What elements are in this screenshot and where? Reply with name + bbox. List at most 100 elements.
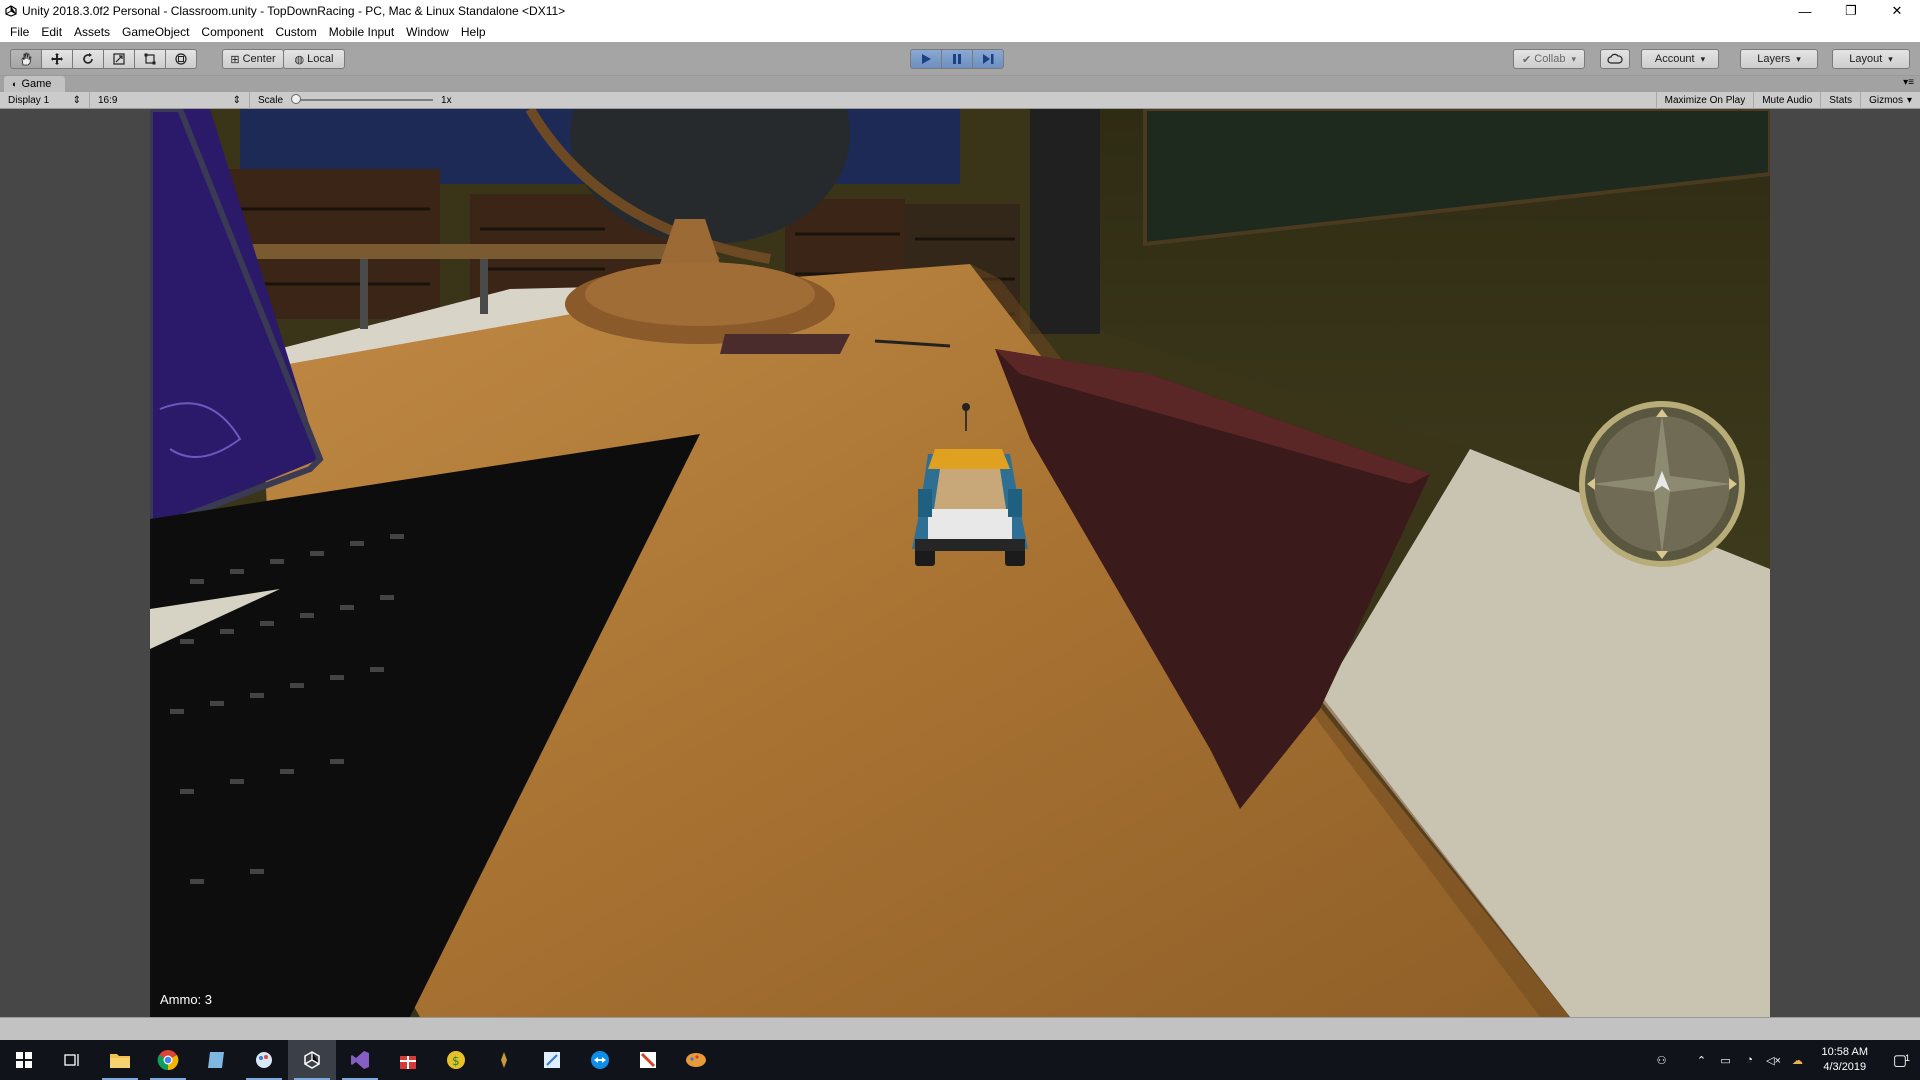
transform-icon	[175, 53, 187, 65]
aspect-dropdown[interactable]: 16:9 ⇕	[90, 91, 250, 109]
collab-dropdown[interactable]: ✔ Collab	[1513, 49, 1585, 69]
book	[720, 334, 850, 354]
account-dropdown[interactable]: Account	[1641, 49, 1719, 69]
action-center-button[interactable]: ▢ 1	[1880, 1051, 1920, 1069]
taskbar-notepad[interactable]	[192, 1040, 240, 1080]
taskbar-unity[interactable]	[288, 1040, 336, 1080]
hand-tool-button[interactable]	[10, 49, 42, 69]
menu-edit[interactable]: Edit	[35, 25, 68, 39]
clock-time: 10:58 AM	[1821, 1046, 1868, 1058]
volume-muted-icon[interactable]: ◁×	[1762, 1054, 1786, 1067]
taskbar-game-app[interactable]	[480, 1040, 528, 1080]
step-button[interactable]	[972, 49, 1004, 69]
taskbar-chrome[interactable]	[144, 1040, 192, 1080]
teamviewer-icon	[591, 1051, 609, 1069]
stats-toggle[interactable]: Stats	[1820, 92, 1860, 109]
move-tool-button[interactable]	[41, 49, 73, 69]
pause-button[interactable]	[941, 49, 973, 69]
taskbar-editor-app[interactable]	[528, 1040, 576, 1080]
layers-dropdown[interactable]: Layers	[1740, 49, 1818, 69]
tab-game-label: Game	[21, 78, 52, 90]
task-view-button[interactable]	[48, 1040, 96, 1080]
taskbar-office-app[interactable]	[624, 1040, 672, 1080]
pillar	[1030, 109, 1100, 334]
taskbar-visual-studio[interactable]	[336, 1040, 384, 1080]
stats-label: Stats	[1829, 95, 1853, 106]
people-icon[interactable]: ⚇	[1650, 1054, 1674, 1067]
windows-logo-icon	[16, 1052, 32, 1068]
scale-tool-button[interactable]	[103, 49, 135, 69]
scale-label: Scale	[258, 94, 284, 106]
pivot-icon: ⊞	[230, 53, 240, 66]
palette-icon	[686, 1053, 706, 1067]
layout-dropdown[interactable]: Layout	[1832, 49, 1910, 69]
mute-label: Mute Audio	[1762, 95, 1813, 106]
play-button[interactable]	[910, 49, 942, 69]
windows-taskbar: $ ⚇ ⌃ ▭ ◔ ◁× ☁ 10:58 AM 4/3/2019 ▢ 1	[0, 1040, 1920, 1080]
menu-assets[interactable]: Assets	[68, 25, 116, 39]
scale-slider-knob[interactable]	[291, 94, 302, 104]
status-bar	[0, 1017, 1920, 1040]
aspect-label: 16:9	[98, 94, 118, 106]
step-icon	[983, 54, 994, 64]
play-controls	[910, 49, 1004, 69]
collab-label: Collab	[1534, 53, 1566, 65]
office-app-icon	[640, 1052, 656, 1068]
game-scene	[150, 109, 1770, 1017]
taskbar-teamviewer[interactable]	[576, 1040, 624, 1080]
gizmos-dropdown[interactable]: Gizmos ▾	[1860, 92, 1920, 109]
gift-icon	[400, 1056, 416, 1069]
tab-menu-icon[interactable]: ▾≡	[1903, 77, 1914, 88]
pause-icon	[953, 54, 961, 64]
menu-mobile-input[interactable]: Mobile Input	[323, 25, 400, 39]
game-tab-bar: ◐ Game ▾≡	[0, 76, 1920, 92]
chrome-icon	[157, 1050, 179, 1071]
coin-icon: $	[447, 1051, 465, 1069]
tab-game[interactable]: ◐ Game	[4, 76, 66, 92]
game-viewport[interactable]: Ammo: 3	[150, 109, 1770, 1017]
start-button[interactable]	[0, 1040, 48, 1080]
taskbar-palette-app[interactable]	[672, 1040, 720, 1080]
menu-gameobject[interactable]: GameObject	[116, 25, 195, 39]
rotate-tool-button[interactable]	[72, 49, 104, 69]
scale-slider[interactable]	[291, 94, 434, 104]
game-view-toolbar: Display 1 ⇕ 16:9 ⇕ Scale 1x Maximize On …	[0, 91, 1920, 109]
pivot-center-button[interactable]: ⊞ Center	[222, 49, 284, 69]
menu-file[interactable]: File	[4, 25, 35, 39]
gizmos-label: Gizmos	[1869, 95, 1903, 106]
wifi-icon[interactable]: ◔	[1738, 1054, 1762, 1066]
menu-custom[interactable]: Custom	[269, 25, 322, 39]
taskbar-coin-app[interactable]: $	[432, 1040, 480, 1080]
taskbar-file-explorer[interactable]	[96, 1040, 144, 1080]
pivot-space-button[interactable]: ◍ Local	[283, 49, 345, 69]
taskbar-clock[interactable]: 10:58 AM 4/3/2019	[1810, 1045, 1880, 1075]
window-title-bar: Unity 2018.3.0f2 Personal - Classroom.un…	[0, 0, 1920, 22]
taskbar-gift-app[interactable]	[384, 1040, 432, 1080]
unity-icon	[304, 1051, 320, 1069]
chevron-up-icon[interactable]: ⌃	[1690, 1054, 1714, 1067]
minimap-compass	[1579, 401, 1745, 567]
scale-control: Scale 1x	[250, 92, 460, 109]
rect-tool-button[interactable]	[134, 49, 166, 69]
folder-icon	[110, 1054, 130, 1068]
minimize-button[interactable]: —	[1782, 0, 1828, 22]
restore-button[interactable]: ❐	[1828, 0, 1874, 22]
chevron-down-icon: ▾	[1906, 95, 1912, 106]
updown-icon: ⇕	[232, 94, 241, 106]
play-icon	[922, 54, 931, 64]
display-dropdown[interactable]: Display 1 ⇕	[0, 91, 90, 109]
menu-component[interactable]: Component	[195, 25, 269, 39]
mute-audio-toggle[interactable]: Mute Audio	[1753, 92, 1820, 109]
menu-help[interactable]: Help	[455, 25, 492, 39]
transform-tool-button[interactable]	[165, 49, 197, 69]
taskbar-paint[interactable]	[240, 1040, 288, 1080]
maximize-on-play-toggle[interactable]: Maximize On Play	[1655, 92, 1754, 109]
close-button[interactable]: ✕	[1874, 0, 1920, 22]
rotate-icon	[83, 53, 93, 64]
cloud-button[interactable]	[1600, 49, 1630, 69]
menu-window[interactable]: Window	[400, 25, 455, 39]
rect-tool-icon	[144, 53, 156, 65]
onedrive-icon[interactable]: ☁	[1786, 1054, 1810, 1067]
globe-icon: ◍	[294, 53, 305, 66]
battery-icon[interactable]: ▭	[1714, 1054, 1738, 1067]
